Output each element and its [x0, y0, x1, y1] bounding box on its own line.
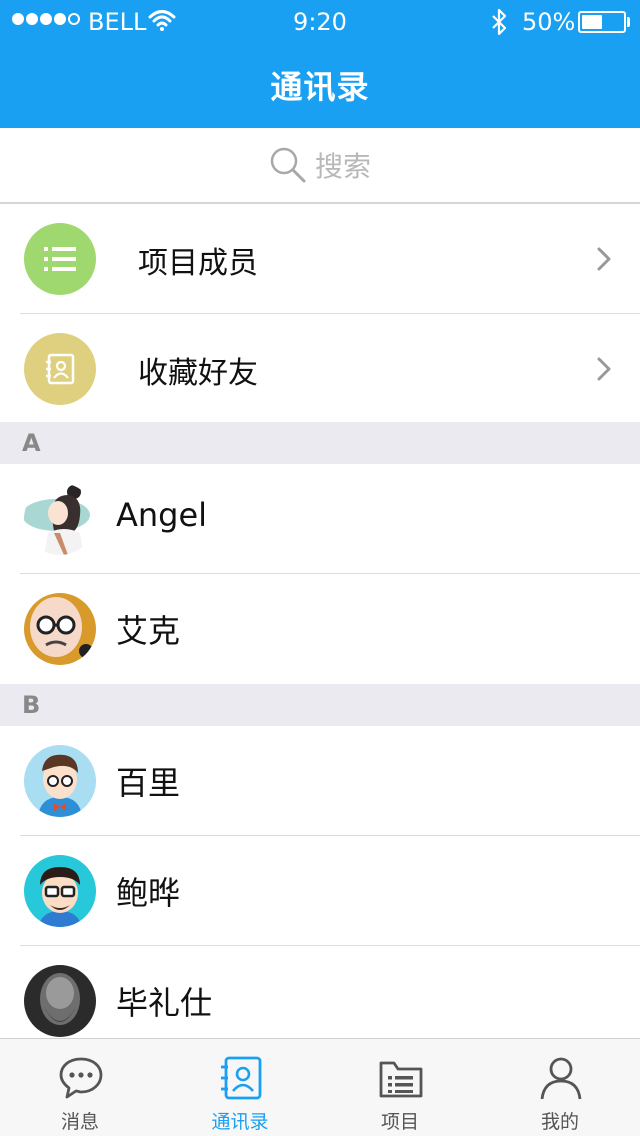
- contact-item-baili[interactable]: 百里: [0, 726, 640, 836]
- search-placeholder: 搜索: [314, 150, 371, 183]
- battery-icon: [578, 11, 626, 33]
- person-icon: [540, 1057, 582, 1100]
- page-title: 通讯录: [270, 68, 370, 106]
- status-bar: BELL 9:20 50%: [0, 0, 640, 44]
- group-item-project-members[interactable]: 项目成员: [0, 204, 640, 314]
- tab-contacts[interactable]: 通讯录: [160, 1039, 320, 1136]
- tab-me[interactable]: 我的: [480, 1039, 640, 1136]
- contact-item-aike[interactable]: 艾克: [0, 574, 640, 684]
- contact-name: 毕礼仕: [116, 984, 213, 1022]
- bluetooth-icon: [492, 8, 507, 36]
- section-header-b: B: [0, 684, 640, 726]
- contact-name: Angel: [116, 496, 208, 534]
- contact-name: 艾克: [116, 612, 181, 650]
- address-book-icon: [24, 333, 96, 405]
- group-label: 项目成员: [138, 246, 258, 281]
- avatar: [24, 965, 96, 1037]
- tab-label: 我的: [540, 1111, 579, 1133]
- contact-item-angel[interactable]: Angel: [0, 464, 640, 574]
- contact-item-baoye[interactable]: 鲍晔: [0, 836, 640, 946]
- tab-messages[interactable]: 消息: [0, 1039, 160, 1136]
- contacts-icon: [221, 1056, 262, 1100]
- contact-name: 鲍晔: [116, 874, 181, 912]
- chevron-right-icon: [597, 247, 611, 271]
- tab-label: 项目: [380, 1111, 419, 1133]
- avatar: [24, 855, 96, 927]
- folder-list-icon: [379, 1061, 423, 1098]
- search-icon: [270, 147, 306, 183]
- avatar: [24, 745, 96, 817]
- tab-projects[interactable]: 项目: [320, 1039, 480, 1136]
- chevron-right-icon: [597, 357, 611, 381]
- avatar: [24, 483, 96, 555]
- tab-bar: 消息 通讯录 项目 我的: [0, 1038, 640, 1136]
- avatar: [24, 593, 96, 665]
- battery-percentage: 50%: [522, 8, 576, 36]
- list-icon: [24, 223, 96, 295]
- section-header-a: A: [0, 422, 640, 464]
- chat-bubble-icon: [59, 1057, 103, 1099]
- group-label: 收藏好友: [138, 356, 258, 391]
- tab-label: 消息: [60, 1111, 99, 1133]
- search-bar[interactable]: 搜索: [0, 128, 640, 204]
- contact-name: 百里: [116, 764, 181, 802]
- navigation-header: BELL 9:20 50% 通讯录: [0, 0, 640, 128]
- tab-label: 通讯录: [211, 1111, 269, 1133]
- group-item-favorite-friends[interactable]: 收藏好友: [0, 314, 640, 424]
